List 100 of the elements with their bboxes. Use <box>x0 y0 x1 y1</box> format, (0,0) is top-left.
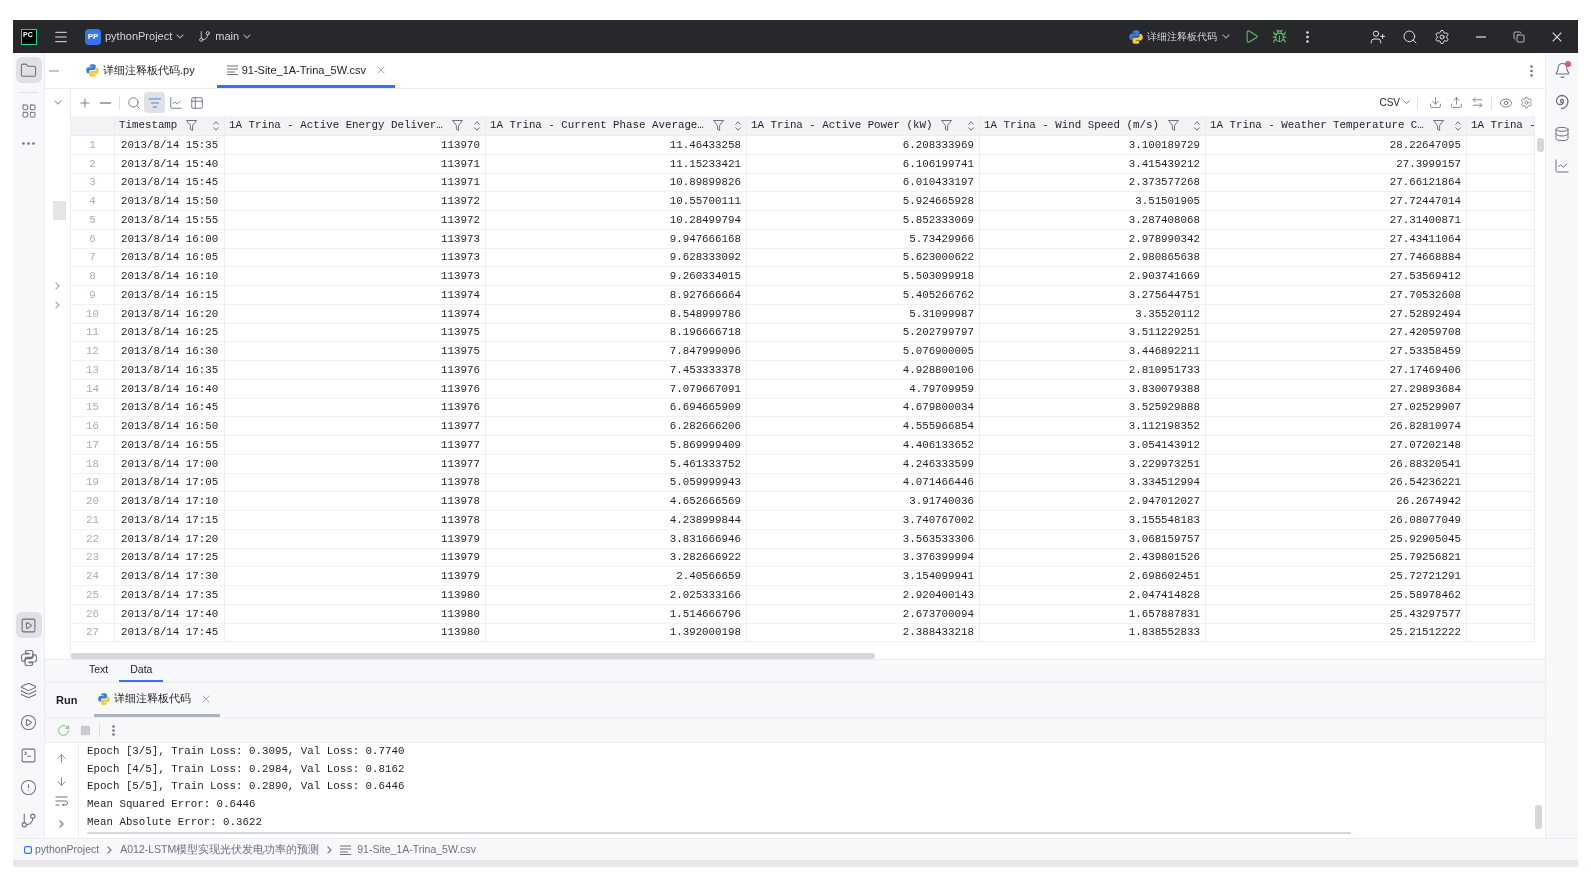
upload-icon[interactable] <box>1450 96 1463 109</box>
table-cell-text: 2.903741669 <box>1128 269 1200 285</box>
sort-icon[interactable] <box>968 120 974 131</box>
editor-tab[interactable]: 91-Site_1A-Trina_5W.csv <box>216 53 395 88</box>
column-header[interactable]: 1A Trina - Current Phase Average… <box>490 117 704 134</box>
sort-icon[interactable] <box>735 120 741 131</box>
table-cell-text: 2.810951733 <box>1128 362 1200 378</box>
table-cell-text: 113973 <box>441 269 480 285</box>
row-number: 25 <box>86 587 99 603</box>
table-cell-text: 5.73429966 <box>909 231 974 247</box>
add-user-icon[interactable] <box>1370 28 1386 45</box>
table-cell-text: 27.29893684 <box>1389 381 1461 397</box>
filter-icon[interactable] <box>1167 120 1179 131</box>
restore-icon[interactable] <box>1513 30 1525 43</box>
database-icon[interactable] <box>1554 126 1570 142</box>
table-cell-text: 3.100189729 <box>1128 137 1200 153</box>
table-cell-text: 113977 <box>441 419 480 435</box>
project-badge[interactable]: PP <box>85 28 101 45</box>
table-cell-text: 113980 <box>441 587 480 603</box>
table-cell-text: 2013/8/14 16:50 <box>121 419 219 435</box>
sort-icon[interactable] <box>474 120 480 131</box>
table-cell-text: 4.652666569 <box>669 494 741 510</box>
table-cell-text: 4.928800106 <box>902 362 974 378</box>
console-line: Epoch [3/5], Train Loss: 0.3095, Val Loss: 0.7740 <box>87 744 405 759</box>
toolbar-button[interactable] <box>144 92 165 113</box>
table-cell-text: 6.010433197 <box>902 175 974 191</box>
vertical-scrollbar[interactable] <box>1536 138 1544 152</box>
filter-icon[interactable] <box>186 120 198 131</box>
minimize-icon[interactable] <box>1476 35 1486 38</box>
arrow-up-icon[interactable] <box>55 752 68 765</box>
sort-icon[interactable] <box>1455 120 1461 131</box>
line-chart-icon[interactable] <box>1554 158 1570 174</box>
table-cell-text: 113973 <box>441 231 480 247</box>
filter-icon[interactable] <box>1432 120 1444 131</box>
scrollbar-thumb[interactable] <box>53 201 66 220</box>
table-cell-text: 3.831666946 <box>669 531 741 547</box>
table-cell-text: 113977 <box>441 456 480 472</box>
table-cell-text: 6.208333969 <box>902 137 974 153</box>
run-configuration-button[interactable]: 详细注释板代码 <box>1129 29 1230 44</box>
project-menu-button[interactable]: pythonProject <box>105 28 185 45</box>
format-dropdown[interactable]: CSV <box>1379 95 1410 110</box>
filter-icon[interactable] <box>712 120 724 131</box>
chevron-right-icon[interactable] <box>59 820 64 828</box>
rounded-square-icon <box>24 845 32 854</box>
breadcrumb-link[interactable]: 91-Site_1A-Trina_5W.csv <box>340 841 476 858</box>
editor-tab[interactable]: 详细注释板代码.py <box>76 53 205 88</box>
table-cell-text: 2013/8/14 16:40 <box>121 381 219 397</box>
table-cell-text: 2.373577268 <box>1128 175 1200 191</box>
more-icon[interactable] <box>1530 64 1533 77</box>
more-icon[interactable] <box>1305 30 1309 43</box>
breadcrumb-link[interactable]: A012-LSTM模型实现光伏发电功率的预测 <box>120 841 320 858</box>
view-tab[interactable]: Text <box>78 660 120 682</box>
filter-icon[interactable] <box>451 120 463 131</box>
download-icon[interactable] <box>1429 96 1442 109</box>
column-header[interactable]: 1A Trina - Active Energy Deliver… <box>229 117 443 134</box>
table-cell-text: 3.054143912 <box>1128 437 1200 453</box>
chevron-down-icon[interactable] <box>53 100 62 105</box>
branch-menu-button[interactable]: main <box>198 28 252 45</box>
arrows-icon[interactable] <box>1471 96 1484 109</box>
horizontal-scrollbar[interactable] <box>87 831 1351 834</box>
column-header[interactable]: Timestamp <box>119 117 178 134</box>
table-cell-text: 113979 <box>441 550 480 566</box>
vertical-scrollbar[interactable] <box>1535 805 1542 829</box>
table-cell-text: 3.229973251 <box>1128 456 1200 472</box>
spiral-icon[interactable] <box>1554 94 1570 110</box>
chevron-right-icon[interactable] <box>55 282 60 290</box>
sort-icon[interactable] <box>1194 120 1200 131</box>
python-logo-icon <box>20 649 37 666</box>
breadcrumb-link[interactable]: pythonProject <box>24 841 100 858</box>
tool-window-button[interactable] <box>15 612 42 638</box>
row-number: 19 <box>86 475 99 491</box>
table-cell-text: 2.947012027 <box>1128 494 1200 510</box>
plus-icon <box>77 95 92 110</box>
table-cell-text: 113979 <box>441 531 480 547</box>
column-header[interactable]: 1A Trina - Active Power (kW) <box>751 117 933 134</box>
search-icon[interactable] <box>1402 28 1418 45</box>
table-cell-text: 2.978990342 <box>1128 231 1200 247</box>
table-cell-text: 2013/8/14 16:30 <box>121 344 219 360</box>
table-cell-text: 27.66121864 <box>1389 175 1461 191</box>
sort-icon[interactable] <box>213 120 219 131</box>
bell-icon[interactable] <box>1553 61 1571 79</box>
bug-icon[interactable] <box>1271 29 1287 44</box>
table-cell-text: 113976 <box>441 400 480 416</box>
play-icon[interactable] <box>1243 29 1259 44</box>
table-cell-text: 1.657887831 <box>1128 606 1200 622</box>
column-header[interactable]: 1A Trina - <box>1471 117 1536 134</box>
tool-window-button[interactable] <box>15 57 42 83</box>
eye-icon[interactable] <box>1498 95 1513 110</box>
filter-icon[interactable] <box>941 120 953 131</box>
table-cell-text: 2013/8/14 16:25 <box>121 325 219 341</box>
chevron-right-icon[interactable] <box>55 301 60 309</box>
row-number: 9 <box>89 287 96 303</box>
table-cell-text: 26.82810974 <box>1389 419 1461 435</box>
row-number: 10 <box>86 306 99 322</box>
table-cell-text: 2013/8/14 17:25 <box>121 550 219 566</box>
horizontal-scrollbar[interactable] <box>71 652 875 659</box>
arrow-down-icon[interactable] <box>55 775 68 788</box>
column-header[interactable]: 1A Trina - Wind Speed (m/s) <box>984 117 1159 134</box>
wrap-lines-icon[interactable] <box>55 796 68 806</box>
column-header[interactable]: 1A Trina - Weather Temperature C… <box>1210 117 1424 134</box>
